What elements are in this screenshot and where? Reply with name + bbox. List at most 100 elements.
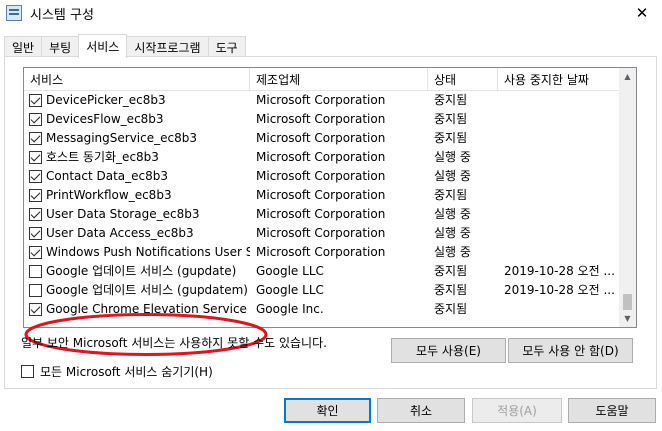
service-status: 중지됨 [434, 93, 468, 107]
service-row[interactable]: Google Chrome Elevation Service Google In… [24, 300, 621, 319]
service-row[interactable]: Windows Push Notifications User S... Micr… [24, 243, 621, 262]
service-status: 실행 중 [434, 226, 471, 240]
service-checkbox[interactable] [29, 94, 42, 107]
service-row[interactable]: PrintWorkflow_ec8b3 Microsoft Corporation… [24, 186, 621, 205]
msconfig-app-icon [6, 5, 22, 21]
service-checkbox[interactable] [29, 265, 42, 278]
tab-boot[interactable]: 부팅 [41, 36, 80, 57]
service-manufacturer: Microsoft Corporation [256, 226, 386, 240]
tab-strip: 일반 부팅 서비스 시작프로그램 도구 [4, 34, 246, 58]
service-date-disabled [504, 129, 614, 148]
service-status: 실행 중 [434, 207, 471, 221]
service-name: DevicePicker_ec8b3 [46, 93, 166, 107]
service-date-disabled [504, 243, 614, 262]
tab-general[interactable]: 일반 [4, 36, 43, 57]
service-checkbox[interactable] [29, 151, 42, 164]
service-checkbox[interactable] [29, 303, 42, 316]
service-name: User Data Access_ec8b3 [46, 226, 194, 240]
column-header-service[interactable]: 서비스 [24, 68, 250, 91]
service-manufacturer: Google Inc. [256, 302, 324, 316]
service-manufacturer: Microsoft Corporation [256, 150, 386, 164]
service-status: 중지됨 [434, 302, 468, 316]
service-row[interactable]: User Data Access_ec8b3 Microsoft Corporat… [24, 224, 621, 243]
service-name: DevicesFlow_ec8b3 [46, 112, 164, 126]
service-status: 중지됨 [434, 283, 468, 297]
warning-text: 일부 보안 Microsoft 서비스는 사용하지 못할 수도 있습니다. [21, 336, 327, 350]
service-date-disabled [504, 91, 614, 110]
title-bar: 시스템 구성 ✕ [0, 0, 662, 26]
service-name: 호스트 동기화_ec8b3 [46, 150, 159, 164]
service-date-disabled [504, 300, 614, 319]
service-name: MessagingService_ec8b3 [46, 131, 197, 145]
service-date-disabled: 2019-10-28 오전 ... [504, 264, 614, 278]
service-name: Google 업데이트 서비스 (gupdatem) [46, 283, 248, 297]
service-manufacturer: Microsoft Corporation [256, 207, 386, 221]
service-name: Windows Push Notifications User S... [46, 245, 250, 259]
service-date-disabled: 2019-10-28 오전 ... [504, 283, 614, 297]
service-checkbox[interactable] [29, 284, 42, 297]
services-panel: 서비스 제조업체 상태 사용 중지한 날짜 DevicePicker_ec8b3… [4, 56, 657, 389]
service-date-disabled [504, 167, 614, 186]
column-header-date-disabled[interactable]: 사용 중지한 날짜 [498, 68, 621, 91]
service-date-disabled [504, 110, 614, 129]
service-name: PrintWorkflow_ec8b3 [46, 188, 172, 202]
window-title: 시스템 구성 [30, 8, 94, 23]
service-row[interactable]: MessagingService_ec8b3 Microsoft Corporat… [24, 129, 621, 148]
service-manufacturer: Google LLC [256, 283, 324, 297]
service-name: Google 업데이트 서비스 (gupdate) [46, 264, 237, 278]
service-checkbox[interactable] [29, 227, 42, 240]
service-date-disabled [504, 224, 614, 243]
service-name: User Data Storage_ec8b3 [46, 207, 200, 221]
service-row[interactable]: Contact Data_ec8b3 Microsoft Corporation 실… [24, 167, 621, 186]
service-manufacturer: Microsoft Corporation [256, 93, 386, 107]
tab-services[interactable]: 서비스 [78, 34, 128, 58]
service-status: 중지됨 [434, 131, 468, 145]
service-manufacturer: Google LLC [256, 264, 324, 278]
service-checkbox[interactable] [29, 189, 42, 202]
scroll-up-arrow-icon[interactable]: ▲ [619, 68, 636, 85]
service-status: 중지됨 [434, 264, 468, 278]
vertical-scrollbar[interactable]: ▲ ▼ [619, 68, 636, 327]
tab-startup[interactable]: 시작프로그램 [126, 36, 209, 57]
close-button[interactable]: ✕ [622, 0, 662, 26]
ok-button[interactable]: 확인 [284, 398, 371, 423]
service-name: Contact Data_ec8b3 [46, 169, 169, 183]
service-checkbox[interactable] [29, 113, 42, 126]
service-row[interactable]: DevicePicker_ec8b3 Microsoft Corporation 중… [24, 91, 621, 110]
service-date-disabled [504, 148, 614, 167]
hide-ms-label: 모든 Microsoft 서비스 숨기기(H) [40, 365, 213, 379]
list-header: 서비스 제조업체 상태 사용 중지한 날짜 [24, 68, 621, 91]
column-header-manufacturer[interactable]: 제조업체 [250, 68, 428, 91]
service-status: 중지됨 [434, 188, 468, 202]
hide-ms-checkbox-box[interactable] [21, 365, 34, 378]
tab-tools[interactable]: 도구 [207, 36, 246, 57]
service-status: 실행 중 [434, 169, 471, 183]
service-status: 실행 중 [434, 245, 471, 259]
help-button[interactable]: 도움말 [568, 398, 656, 423]
service-row[interactable]: DevicesFlow_ec8b3 Microsoft Corporation 중지… [24, 110, 621, 129]
service-date-disabled [504, 186, 614, 205]
services-list[interactable]: 서비스 제조업체 상태 사용 중지한 날짜 DevicePicker_ec8b3… [23, 67, 637, 328]
service-row[interactable]: User Data Storage_ec8b3 Microsoft Corpora… [24, 205, 621, 224]
hide-microsoft-services-checkbox[interactable]: 모든 Microsoft 서비스 숨기기(H) [21, 363, 213, 380]
column-header-status[interactable]: 상태 [428, 68, 498, 91]
service-manufacturer: Microsoft Corporation [256, 245, 386, 259]
service-checkbox[interactable] [29, 246, 42, 259]
service-manufacturer: Microsoft Corporation [256, 188, 386, 202]
scrollbar-thumb[interactable] [623, 294, 632, 310]
service-name: Google Chrome Elevation Service [46, 302, 247, 316]
service-checkbox[interactable] [29, 132, 42, 145]
service-row[interactable]: 호스트 동기화_ec8b3 Microsoft Corporation 실행 중 [24, 148, 621, 167]
service-row[interactable]: Google 업데이트 서비스 (gupdatem) Google LLC 중지됨 2… [24, 281, 621, 300]
service-manufacturer: Microsoft Corporation [256, 112, 386, 126]
scroll-down-arrow-icon[interactable]: ▼ [619, 310, 636, 327]
service-manufacturer: Microsoft Corporation [256, 131, 386, 145]
service-checkbox[interactable] [29, 170, 42, 183]
disable-all-button[interactable]: 모두 사용 안 함(D) [508, 338, 633, 363]
apply-button[interactable]: 적용(A) [472, 398, 562, 423]
cancel-button[interactable]: 취소 [377, 398, 465, 423]
enable-all-button[interactable]: 모두 사용(E) [391, 338, 506, 363]
service-manufacturer: Microsoft Corporation [256, 169, 386, 183]
service-row[interactable]: Google 업데이트 서비스 (gupdate) Google LLC 중지됨 20… [24, 262, 621, 281]
service-checkbox[interactable] [29, 208, 42, 221]
